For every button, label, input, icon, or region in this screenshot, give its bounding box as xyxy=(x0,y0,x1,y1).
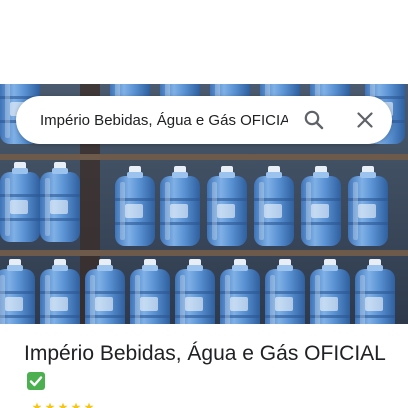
close-button[interactable] xyxy=(349,104,381,136)
search-bar[interactable]: Império Bebidas, Água e Gás OFICIAL xyxy=(16,96,392,144)
place-title-text: Império Bebidas, Água e Gás OFICIAL xyxy=(24,342,386,365)
search-button[interactable] xyxy=(298,104,330,136)
search-icon xyxy=(304,110,324,130)
star-icon xyxy=(84,402,94,408)
place-details-page: Império Bebidas, Água e Gás OFICIAL Impé… xyxy=(0,0,408,408)
star-icon xyxy=(58,402,68,408)
rating-stars xyxy=(32,402,94,408)
star-icon xyxy=(71,402,81,408)
search-input[interactable]: Império Bebidas, Água e Gás OFICIAL xyxy=(40,112,288,129)
star-icon xyxy=(45,402,55,408)
close-icon xyxy=(357,112,373,128)
place-title: Império Bebidas, Água e Gás OFICIAL xyxy=(24,340,394,396)
star-icon xyxy=(32,402,42,408)
check-box-emoji xyxy=(27,372,45,390)
